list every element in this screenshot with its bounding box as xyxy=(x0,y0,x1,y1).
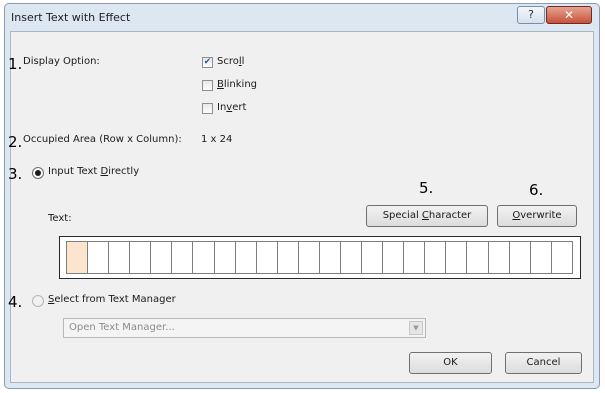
input-directly-label[interactable]: Input Text Directly xyxy=(48,166,139,177)
dialog-body: 1. 2. 3. 4. 5. 6. Display Option: ✔ Scro… xyxy=(8,31,594,383)
text-manager-combo-value: Open Text Manager... xyxy=(69,322,175,333)
cancel-button[interactable]: Cancel xyxy=(505,352,582,374)
overwrite-button[interactable]: Overwrite xyxy=(497,205,577,227)
text-manager-combo[interactable]: Open Text Manager... ▼ xyxy=(63,318,426,338)
text-cell[interactable] xyxy=(318,241,341,274)
text-cell[interactable] xyxy=(403,241,425,274)
text-label: Text: xyxy=(48,213,72,224)
blinking-check-box[interactable] xyxy=(202,80,213,91)
text-cell[interactable] xyxy=(297,241,319,274)
text-cell[interactable] xyxy=(192,241,214,274)
scroll-check-box[interactable]: ✔ xyxy=(202,57,213,68)
dialog-title: Insert Text with Effect xyxy=(11,11,131,24)
input-directly-radio[interactable] xyxy=(32,167,44,179)
callout-3: 3. xyxy=(8,165,23,183)
text-cell[interactable] xyxy=(424,241,446,274)
text-cell[interactable] xyxy=(150,241,172,274)
text-cell[interactable] xyxy=(466,241,488,274)
text-cell[interactable] xyxy=(129,241,151,274)
text-cell[interactable] xyxy=(66,241,88,274)
text-cell[interactable] xyxy=(550,241,573,274)
help-icon: ? xyxy=(528,8,534,21)
ok-button[interactable]: OK xyxy=(409,352,492,374)
text-cell[interactable] xyxy=(529,241,551,274)
text-input-grid[interactable] xyxy=(59,236,581,279)
text-cell[interactable] xyxy=(171,241,193,274)
occupied-area-value: 1 x 24 xyxy=(201,134,233,145)
close-icon: ✕ xyxy=(563,8,575,22)
title-bar[interactable]: Insert Text with Effect ? ✕ xyxy=(5,4,599,31)
text-cell[interactable] xyxy=(276,241,298,274)
callout-4: 4. xyxy=(8,293,23,311)
text-cell[interactable] xyxy=(255,241,277,274)
chevron-down-icon[interactable]: ▼ xyxy=(409,321,423,335)
help-button[interactable]: ? xyxy=(517,6,545,24)
callout-2: 2. xyxy=(8,133,23,151)
text-cell[interactable] xyxy=(508,241,530,274)
occupied-area-label: Occupied Area (Row x Column): xyxy=(23,134,182,145)
scroll-label: Scroll xyxy=(217,56,245,67)
special-character-button[interactable]: Special Character xyxy=(366,205,488,227)
display-option-label: Display Option: xyxy=(23,56,100,67)
text-cell[interactable] xyxy=(234,241,256,274)
text-manager-radio[interactable] xyxy=(32,295,44,307)
text-cell[interactable] xyxy=(445,241,467,274)
text-manager-label[interactable]: Select from Text Manager xyxy=(48,294,176,305)
text-cell[interactable] xyxy=(382,241,404,274)
close-button[interactable]: ✕ xyxy=(546,6,592,24)
invert-check-box[interactable] xyxy=(202,103,213,114)
text-cell[interactable] xyxy=(361,241,383,274)
callout-5: 5. xyxy=(419,179,434,197)
callout-6: 6. xyxy=(529,181,544,199)
callout-1: 1. xyxy=(8,55,23,73)
insert-text-with-effect-dialog: Insert Text with Effect ? ✕ 1. 2. 3. 4. … xyxy=(4,3,600,389)
invert-label: Invert xyxy=(217,102,247,113)
blinking-label: Blinking xyxy=(217,79,258,90)
text-cell[interactable] xyxy=(340,241,362,274)
text-cell[interactable] xyxy=(487,241,509,274)
text-cell[interactable] xyxy=(87,241,109,274)
text-cell[interactable] xyxy=(108,241,130,274)
text-cell[interactable] xyxy=(213,241,235,274)
